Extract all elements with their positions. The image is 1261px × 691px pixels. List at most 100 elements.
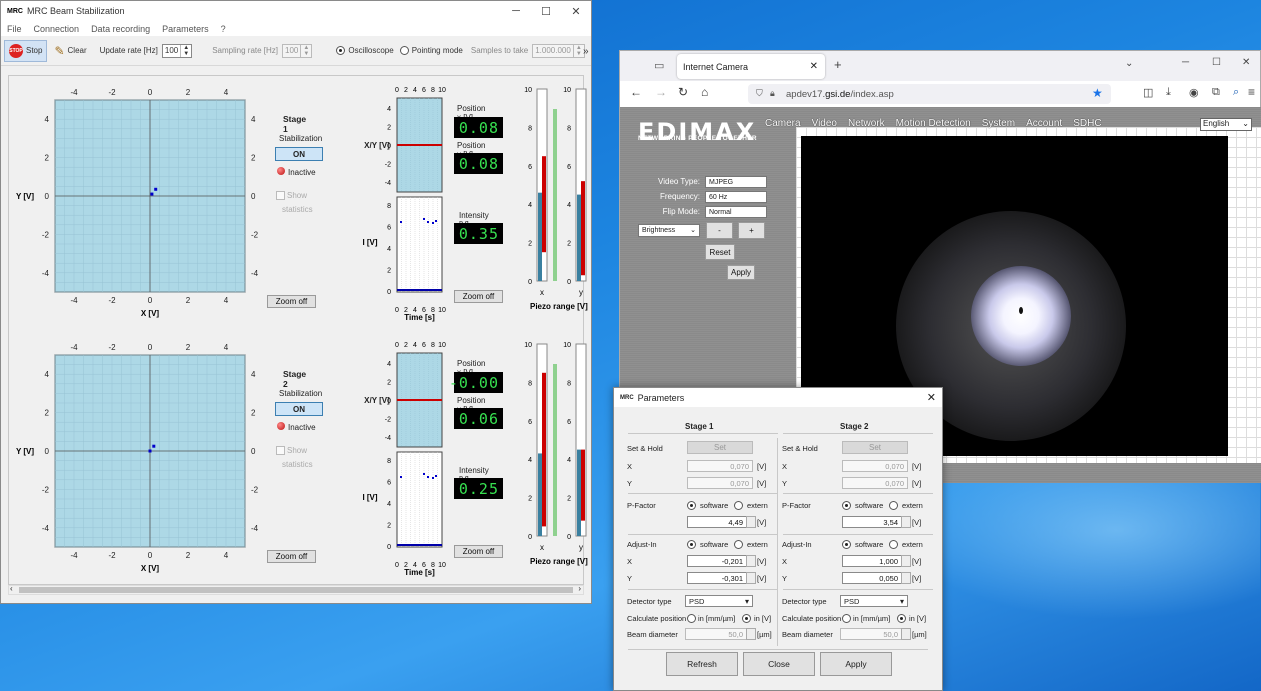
radio-checked-icon[interactable] [842, 501, 851, 510]
brightness-plus-button[interactable]: + [738, 222, 765, 239]
sampling-rate-spinbox[interactable]: 100 ▲ ▼ [282, 43, 313, 58]
menu-icon[interactable]: ≡ [1248, 85, 1255, 99]
in-v-option[interactable]: in [V] [909, 614, 926, 623]
scroll-left-icon[interactable]: ‹ [10, 584, 13, 593]
maximize-icon[interactable]: ☐ [531, 1, 561, 21]
software-option[interactable]: software [700, 540, 728, 549]
home-icon[interactable]: ⌂ [701, 85, 708, 99]
close-button[interactable]: Close [743, 652, 815, 676]
brightness-minus-button[interactable]: - [706, 222, 733, 239]
radio-icon[interactable] [687, 614, 696, 623]
samples-spinbox[interactable]: 1.000.000 ▲ ▼ [532, 43, 585, 58]
nav-video[interactable]: Video [812, 118, 837, 129]
zoom-off-button[interactable]: Zoom off [267, 295, 316, 308]
maximize-icon[interactable]: ☐ [1212, 57, 1221, 68]
flip-mode-select[interactable]: Normal [705, 206, 767, 218]
zoom-off-button[interactable]: Zoom off [267, 550, 316, 563]
horizontal-scrollbar[interactable]: ‹ › [8, 584, 584, 595]
tab-overflow-icon[interactable]: ⌄ [1125, 58, 1133, 69]
extensions-icon[interactable]: ⧉ [1212, 86, 1220, 99]
in-mm-option[interactable]: in [mm/µm] [698, 614, 735, 623]
extern-option[interactable]: extern [747, 540, 768, 549]
set-button[interactable]: Set [842, 441, 908, 454]
new-tab-icon[interactable]: + [834, 57, 842, 72]
scroll-thumb[interactable] [19, 587, 573, 593]
account-icon[interactable]: ◉ [1189, 86, 1199, 99]
detector-type-select[interactable]: PSD [840, 595, 908, 607]
toolbar-overflow-icon[interactable]: » [583, 46, 589, 57]
p-factor-input[interactable]: 3,54 [842, 516, 902, 528]
adjust-x-input[interactable]: 1,000 [842, 555, 902, 567]
radio-icon[interactable] [889, 540, 898, 549]
video-type-select[interactable]: MJPEG [705, 176, 767, 188]
spin-arrows-icon[interactable] [901, 555, 911, 567]
downloads-icon[interactable]: ⤓ [1166, 86, 1171, 99]
forward-icon[interactable]: → [655, 85, 667, 99]
stabilization-on-button[interactable]: ON [275, 147, 323, 161]
adjust-y-input[interactable]: -0,301 [687, 572, 747, 584]
apply-button[interactable]: Apply [820, 652, 892, 676]
show-statistics-checkbox[interactable] [276, 191, 285, 200]
detector-type-select[interactable]: PSD [685, 595, 753, 607]
minimize-icon[interactable]: ─ [1182, 57, 1189, 68]
scroll-right-icon[interactable]: › [578, 584, 581, 593]
reset-button[interactable]: Reset [705, 244, 735, 260]
spin-arrows-icon[interactable] [901, 516, 911, 528]
reload-icon[interactable]: ↻ [678, 85, 688, 99]
zoom-off-scope-button[interactable]: Zoom off [454, 290, 503, 303]
close-icon[interactable]: ✕ [561, 1, 591, 21]
search-icon[interactable]: ⌕ [1233, 86, 1239, 99]
back-icon[interactable]: ← [630, 85, 642, 99]
menu-connection[interactable]: Connection [34, 24, 80, 34]
spin-arrows-icon[interactable] [746, 516, 756, 528]
nav-network[interactable]: Network [848, 118, 885, 129]
radio-checked-icon[interactable] [687, 501, 696, 510]
set-button[interactable]: Set [687, 441, 753, 454]
p-factor-input[interactable]: 4,49 [687, 516, 747, 528]
bookmark-star-icon[interactable]: ★ [1092, 86, 1103, 100]
spin-arrows-icon[interactable] [746, 572, 756, 584]
url-bar[interactable]: ⛉ 🔒︎ apdev17. gsi.de/index.asp ★ [748, 84, 1111, 104]
in-v-option[interactable]: in [V] [754, 614, 771, 623]
lock-icon[interactable]: 🔒︎ [770, 88, 775, 99]
show-statistics-checkbox[interactable] [276, 446, 285, 455]
tab-internet-camera[interactable]: Internet Camera ✕ [677, 54, 825, 79]
pointing-mode-radio[interactable]: Pointing mode [399, 46, 463, 56]
spin-arrows-icon[interactable] [746, 555, 756, 567]
nav-motion-detection[interactable]: Motion Detection [896, 118, 971, 129]
frequency-select[interactable]: 60 Hz [705, 191, 767, 203]
radio-checked-icon[interactable] [842, 540, 851, 549]
close-icon[interactable]: ✕ [1242, 57, 1250, 68]
tab-close-icon[interactable]: ✕ [810, 61, 818, 72]
adjust-x-input[interactable]: -0,201 [687, 555, 747, 567]
radio-icon[interactable] [842, 614, 851, 623]
extern-option[interactable]: extern [902, 501, 923, 510]
software-option[interactable]: software [700, 501, 728, 510]
menu-data-recording[interactable]: Data recording [91, 24, 150, 34]
radio-icon[interactable] [889, 501, 898, 510]
spin-arrows-icon[interactable] [901, 572, 911, 584]
menu-file[interactable]: File [7, 24, 22, 34]
language-select[interactable]: English ⌄ [1200, 118, 1252, 131]
minimize-icon[interactable]: ─ [501, 1, 531, 21]
radio-checked-icon[interactable] [897, 614, 906, 623]
extern-option[interactable]: extern [902, 540, 923, 549]
nav-sdhc[interactable]: SDHC [1073, 118, 1101, 129]
oscilloscope-radio[interactable]: Oscilloscope [336, 46, 394, 56]
radio-icon[interactable] [734, 501, 743, 510]
clear-button[interactable]: ✎ Clear [49, 40, 91, 62]
nav-account[interactable]: Account [1026, 118, 1062, 129]
refresh-button[interactable]: Refresh [666, 652, 738, 676]
nav-system[interactable]: System [982, 118, 1015, 129]
close-icon[interactable]: ✕ [927, 391, 936, 404]
apply-button[interactable]: Apply [727, 265, 755, 280]
menu-help[interactable]: ? [221, 24, 226, 34]
extern-option[interactable]: extern [747, 501, 768, 510]
stop-button[interactable]: STOP Stop [4, 39, 48, 62]
in-mm-option[interactable]: in [mm/µm] [853, 614, 890, 623]
software-option[interactable]: software [855, 501, 883, 510]
radio-icon[interactable] [734, 540, 743, 549]
software-option[interactable]: software [855, 540, 883, 549]
radio-checked-icon[interactable] [687, 540, 696, 549]
adjust-y-input[interactable]: 0,050 [842, 572, 902, 584]
